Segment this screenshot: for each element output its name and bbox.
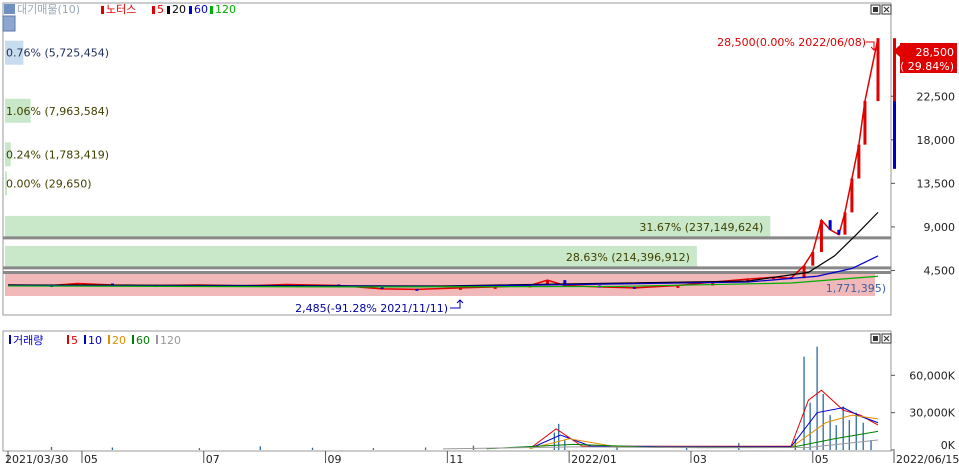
- price-candle: [458, 287, 462, 290]
- volume-profile-label: 0.76% (5,725,454): [6, 47, 109, 60]
- volume-panel: [2, 330, 892, 452]
- price-candle: [828, 220, 832, 230]
- legend-toggle-button[interactable]: [4, 4, 15, 14]
- legend-swatch-stock: [101, 6, 104, 14]
- legend-item-v120: 120: [160, 334, 181, 347]
- x-tick-label: 11: [449, 453, 463, 466]
- y-tick-label: 9,000: [924, 221, 956, 234]
- y-tick-label: 13,500: [917, 177, 956, 190]
- x-tick-label: 05: [84, 453, 98, 466]
- volume-profile-label: 28.63% (214,396,912): [566, 251, 690, 264]
- x-tick-label: 2022/01: [571, 453, 617, 466]
- price-candle: [819, 220, 823, 253]
- price-candle: [802, 265, 806, 279]
- legend-item-v60: 60: [136, 334, 150, 347]
- current-change: ( 29.84%): [900, 60, 954, 73]
- x-tick-label: 05: [815, 453, 829, 466]
- legend-item-stock: 노터스: [106, 3, 136, 16]
- x-tick-label: 09: [328, 453, 342, 466]
- maximize-icon: [873, 7, 878, 12]
- volume-y-tick-label: 60,000K: [909, 369, 955, 382]
- legend-swatch-120: [210, 6, 213, 14]
- price-legend: 대기매물(10) 노터스 5 20 60 120: [4, 3, 236, 16]
- x-tick-label: 2021/03/30: [5, 453, 68, 466]
- legend-title-volume: 거래량: [13, 334, 43, 347]
- current-price: 28,500: [916, 46, 955, 59]
- axis-range-bar: [893, 101, 896, 169]
- x-tick-label: 2022/06/15: [896, 453, 959, 466]
- stock-chart: 0.76% (5,725,454) 1.06% (7,963,584) 0.24% …: [2, 2, 959, 466]
- side-tab-button[interactable]: [2, 15, 16, 32]
- x-tick-label: 03: [693, 453, 707, 466]
- legend-swatch-20: [167, 6, 170, 14]
- y-tick-label: 18,000: [917, 134, 956, 147]
- volume-maximize-icon: [873, 336, 878, 341]
- legend-swatch-volume: [9, 335, 11, 344]
- legend-item-v20: 20: [112, 334, 126, 347]
- volume-y-tick-label: 30,000K: [909, 407, 955, 420]
- legend-item-120: 120: [215, 3, 236, 16]
- price-candle: [811, 252, 815, 266]
- legend-swatch-v5: [67, 335, 69, 344]
- legend-item-v5: 5: [71, 334, 78, 347]
- legend-title: 대기매물(10): [17, 3, 80, 16]
- legend-item-5: 5: [157, 3, 164, 16]
- price-candle: [632, 286, 636, 289]
- annotation-high: 28,500(0.00% 2022/06/08): [717, 36, 866, 49]
- legend-swatch-5: [152, 6, 155, 14]
- price-candle: [415, 288, 419, 291]
- volume-profile-label: 0.00% (29,650): [6, 177, 92, 190]
- legend-item-60: 60: [194, 3, 208, 16]
- legend-swatch-v10: [84, 335, 86, 344]
- legend-swatch-60: [189, 6, 192, 14]
- price-candle: [843, 212, 847, 235]
- legend-swatch-v20: [108, 335, 110, 344]
- price-candle: [863, 101, 867, 145]
- current-price-box: 28,500 ( 29.84%): [893, 43, 957, 73]
- axis-range-bar: [893, 38, 896, 102]
- annotation-ma-label: 1,771,395): [826, 282, 886, 295]
- price-candle: [837, 229, 841, 235]
- legend-item-20: 20: [172, 3, 186, 16]
- legend-swatch-v60: [132, 335, 134, 344]
- price-candle: [850, 178, 854, 213]
- y-tick-label: 22,500: [917, 90, 956, 103]
- legend-swatch-v120: [156, 335, 158, 344]
- legend-item-v10: 10: [88, 334, 102, 347]
- volume-profile-label: 1.06% (7,963,584): [6, 105, 109, 118]
- volume-y-tick-label: 0K: [941, 439, 956, 452]
- annotation-low: 2,485(-91.28% 2021/11/11): [295, 302, 448, 315]
- volume-profile-label: 0.24% (1,783,419): [6, 148, 109, 161]
- price-candle: [857, 144, 861, 179]
- x-tick-label: 07: [206, 453, 220, 466]
- y-tick-label: 4,500: [924, 264, 956, 277]
- volume-profile-label: 31.67% (237,149,624): [639, 221, 763, 234]
